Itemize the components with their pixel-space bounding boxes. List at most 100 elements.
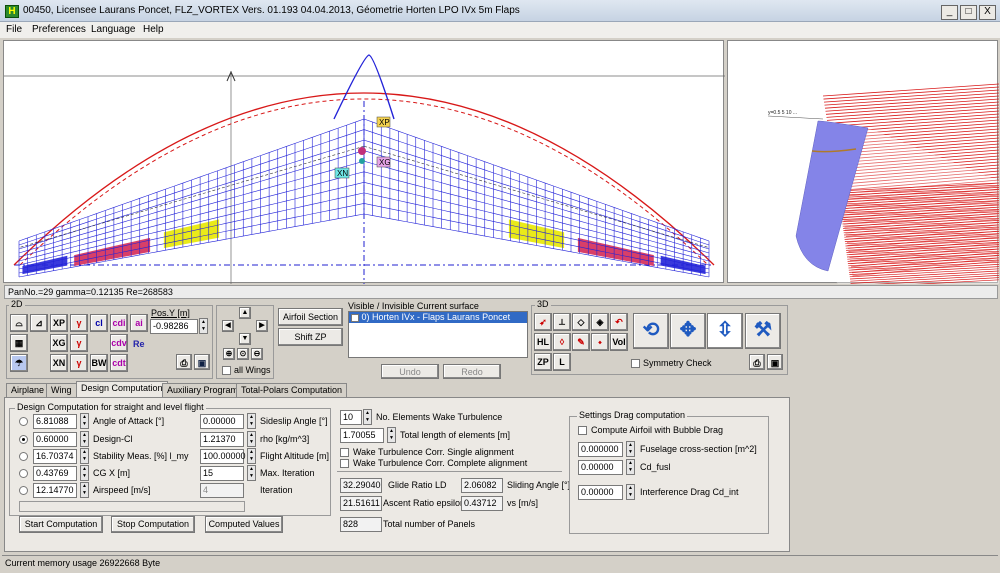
hl-button[interactable]: HL bbox=[534, 333, 552, 351]
wing-top-view[interactable]: XP XG XN bbox=[3, 40, 725, 284]
aoa-spinner[interactable]: ▲ ▼ bbox=[80, 413, 89, 429]
altitude-spinner[interactable]: ▲ ▼ bbox=[247, 448, 256, 464]
design-cl-radio[interactable] bbox=[19, 435, 28, 444]
design-cl-input[interactable]: 0.60000 bbox=[33, 432, 77, 447]
print-icon[interactable]: ⎙ bbox=[176, 354, 192, 370]
shift-zp-button[interactable]: Shift ZP bbox=[278, 328, 343, 346]
zoom-out-icon[interactable]: ⊖ bbox=[251, 348, 263, 360]
flip-3d-icon[interactable]: ◈ bbox=[591, 313, 609, 331]
rho-spinner[interactable]: ▲ ▼ bbox=[247, 431, 256, 447]
close-button[interactable]: X bbox=[979, 5, 996, 20]
print-3d-icon[interactable]: ⎙ bbox=[749, 354, 765, 370]
stability-spinner[interactable]: ▲ ▼ bbox=[80, 448, 89, 464]
max-iteration-input[interactable]: 15 bbox=[200, 466, 244, 481]
stop-computation-button[interactable]: Stop Computation bbox=[111, 516, 195, 533]
stability-radio[interactable] bbox=[19, 452, 28, 461]
pos-y-spinner[interactable]: ▲ ▼ bbox=[199, 318, 208, 334]
cg-input[interactable]: 0.43769 bbox=[33, 466, 77, 481]
stability-input[interactable]: 16.70374 bbox=[33, 449, 77, 464]
cdv-button[interactable]: cdv bbox=[110, 334, 128, 352]
undo-button[interactable]: Undo bbox=[381, 364, 439, 379]
ai-button[interactable]: ai bbox=[130, 314, 148, 332]
menu-file[interactable]: File bbox=[6, 24, 22, 35]
wake-single-checkbox[interactable] bbox=[340, 448, 349, 457]
panel-red-icon[interactable]: ⬩ bbox=[591, 333, 609, 351]
wing-outline-button[interactable]: ⌓ bbox=[10, 314, 28, 332]
rotate-axis-icon[interactable]: ⟲ bbox=[633, 313, 669, 349]
surface-3d-icon[interactable]: ◇ bbox=[572, 313, 590, 331]
cursor-3d-icon[interactable]: ➶ bbox=[534, 313, 552, 331]
altitude-input[interactable]: 100.00000 bbox=[200, 449, 246, 464]
wake-elements-spinner[interactable]: ▲ ▼ bbox=[363, 409, 372, 425]
aoa-input[interactable]: 6.81088 bbox=[33, 414, 77, 429]
re-label[interactable]: Re bbox=[133, 339, 145, 349]
surface-visible-checkbox[interactable]: ✓ bbox=[351, 314, 359, 323]
interference-input[interactable]: 0.00000 bbox=[578, 485, 623, 500]
zoom-in-icon[interactable]: ⊕ bbox=[223, 348, 235, 360]
zoom-fit-icon[interactable]: ⊙ bbox=[237, 348, 249, 360]
xn-button[interactable]: XN bbox=[50, 354, 68, 372]
rho-input[interactable]: 1.21370 bbox=[200, 432, 244, 447]
cl-button[interactable]: cl bbox=[90, 314, 108, 332]
start-computation-button[interactable]: Start Computation bbox=[19, 516, 103, 533]
red-surface-icon[interactable]: ◊ bbox=[553, 333, 571, 351]
wake-elements-input[interactable]: 10 bbox=[340, 410, 362, 425]
move-icon[interactable]: ✥ bbox=[670, 313, 706, 349]
design-cl-spinner[interactable]: ▲ ▼ bbox=[80, 431, 89, 447]
menu-help[interactable]: Help bbox=[143, 24, 164, 35]
fuselage-spinner[interactable]: ▲ ▼ bbox=[626, 441, 635, 457]
save-3d-icon[interactable]: ▣ bbox=[767, 354, 783, 370]
wing-3d-view[interactable]: y=0.5 5 10 ... bbox=[727, 40, 1000, 289]
minimize-button[interactable]: _ bbox=[941, 5, 958, 20]
sideslip-input[interactable]: 0.00000 bbox=[200, 414, 244, 429]
computed-values-button[interactable]: Computed Values bbox=[205, 516, 283, 533]
nav-right-button[interactable]: ▶ bbox=[256, 320, 268, 332]
nav-left-button[interactable]: ◀ bbox=[222, 320, 234, 332]
fuselage-input[interactable]: 0.000000 bbox=[578, 442, 623, 457]
bw-button[interactable]: BW bbox=[90, 354, 108, 372]
cd-fusl-input[interactable]: 0.00000 bbox=[578, 460, 623, 475]
redo-button[interactable]: Redo bbox=[443, 364, 501, 379]
gamma-2-button[interactable]: γ bbox=[70, 334, 88, 352]
cg-spinner[interactable]: ▲ ▼ bbox=[80, 465, 89, 481]
aoa-radio[interactable] bbox=[19, 417, 28, 426]
all-wings-checkbox[interactable] bbox=[222, 366, 231, 375]
interference-spinner[interactable]: ▲ ▼ bbox=[626, 484, 635, 500]
parachute-button[interactable]: ☂ bbox=[10, 354, 28, 372]
symmetry-checkbox[interactable] bbox=[631, 359, 640, 368]
wing-angle-icon[interactable]: ⟂ bbox=[553, 313, 571, 331]
max-iteration-spinner[interactable]: ▲ ▼ bbox=[247, 465, 256, 481]
cd-fusl-spinner[interactable]: ▲ ▼ bbox=[626, 459, 635, 475]
vol-button[interactable]: Vol bbox=[610, 333, 628, 351]
pos-y-input[interactable]: -0.98286 bbox=[150, 319, 198, 334]
gamma-3-button[interactable]: γ bbox=[70, 354, 88, 372]
wake-length-input[interactable]: 1.70055 bbox=[340, 428, 384, 443]
pen-icon[interactable]: ✎ bbox=[572, 333, 590, 351]
nav-down-button[interactable]: ▼ bbox=[239, 333, 251, 345]
save-icon[interactable]: ▣ bbox=[194, 354, 210, 370]
airspeed-input[interactable]: 12.14770 bbox=[33, 483, 77, 498]
sideslip-spinner[interactable]: ▲ ▼ bbox=[247, 413, 256, 429]
rotate-back-icon[interactable]: ↶ bbox=[610, 313, 628, 331]
vertical-move-icon[interactable]: ⇳ bbox=[707, 313, 743, 349]
tab-airplane[interactable]: Airplane bbox=[6, 383, 50, 398]
xg-button[interactable]: XG bbox=[50, 334, 68, 352]
hammer-icon[interactable]: ⚒ bbox=[745, 313, 781, 349]
mesh-button[interactable]: ▦ bbox=[10, 334, 28, 352]
gamma-button[interactable]: γ bbox=[70, 314, 88, 332]
menu-preferences[interactable]: Preferences bbox=[32, 24, 86, 35]
bubble-drag-checkbox[interactable] bbox=[578, 426, 587, 435]
cdi-button[interactable]: cdi bbox=[110, 314, 128, 332]
wake-complete-checkbox[interactable] bbox=[340, 459, 349, 468]
maximize-button[interactable]: □ bbox=[960, 5, 977, 20]
airspeed-radio[interactable] bbox=[19, 486, 28, 495]
nav-up-button[interactable]: ▲ bbox=[239, 307, 251, 319]
zp-button[interactable]: ZP bbox=[534, 353, 552, 371]
airfoil-section-button[interactable]: Airfoil Section bbox=[278, 308, 343, 326]
menu-language[interactable]: Language bbox=[91, 24, 136, 35]
l-button[interactable]: L bbox=[553, 353, 571, 371]
tab-auxiliary-programs[interactable]: Auxiliary Programs bbox=[162, 383, 248, 398]
plane-button[interactable]: ⊿ bbox=[30, 314, 48, 332]
xp-button[interactable]: XP bbox=[50, 314, 68, 332]
airspeed-spinner[interactable]: ▲ ▼ bbox=[80, 482, 89, 498]
